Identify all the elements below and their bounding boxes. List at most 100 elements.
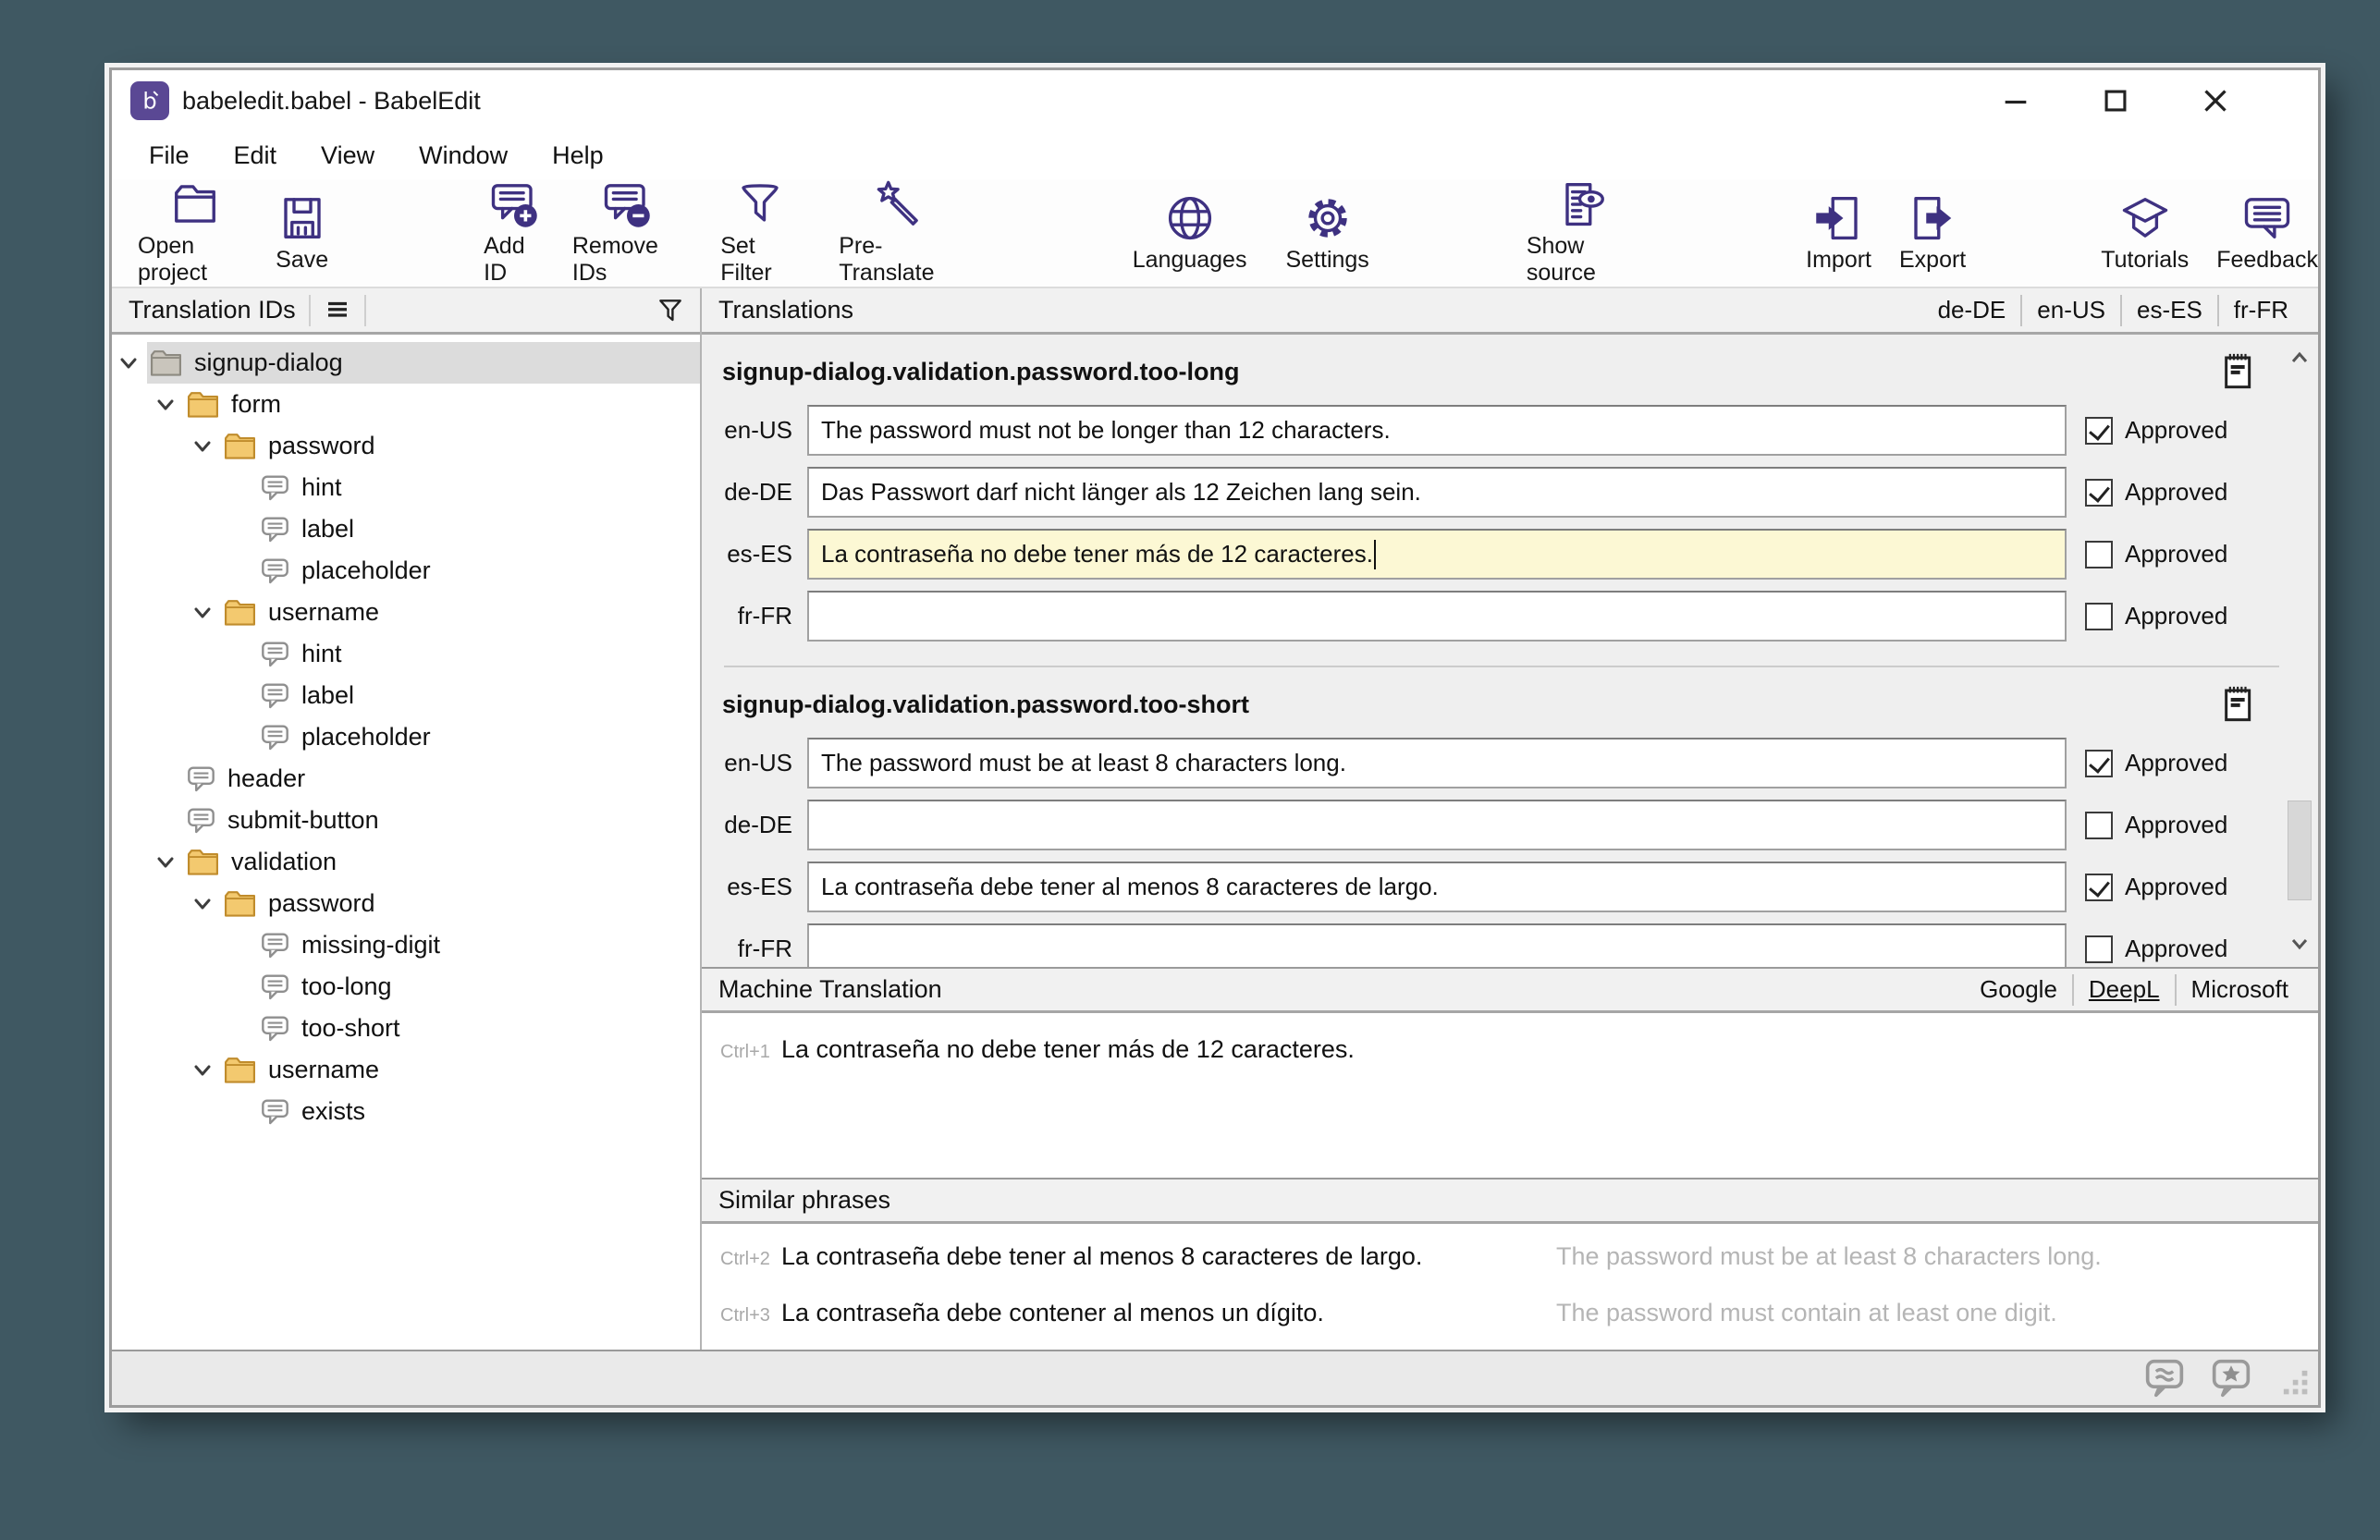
translation-row: en-US The password must not be longer th… (722, 399, 2281, 461)
menu-help[interactable]: Help (537, 138, 619, 174)
feedback-button[interactable]: Feedback (2216, 193, 2318, 274)
tree-node-form[interactable]: form (112, 384, 700, 425)
graduation-cap-icon (2120, 193, 2170, 243)
bubble-minus-icon (602, 179, 652, 229)
menu-file[interactable]: File (134, 138, 204, 174)
shortcut-label: Ctrl+1 (720, 1042, 781, 1063)
mt-suggestion[interactable]: Ctrl+1 La contraseña no debe tener más d… (720, 1035, 2300, 1064)
translation-input-focused[interactable]: La contraseña no debe tener más de 12 ca… (807, 529, 2067, 580)
translation-ids-panel: Translation IDs signup-dialog form (112, 288, 702, 1350)
chevron-down-icon[interactable] (154, 851, 177, 874)
tree-panel-header: Translation IDs (112, 288, 700, 335)
resize-grip[interactable] (2281, 1368, 2313, 1399)
tree-node-placeholder[interactable]: placeholder (112, 550, 700, 592)
tab-en-US[interactable]: en-US (2022, 296, 2120, 324)
approved-checkbox[interactable] (2085, 812, 2113, 839)
tree-node-missing-digit[interactable]: missing-digit (112, 924, 700, 966)
chevron-down-icon[interactable] (191, 435, 214, 458)
scrollbar-thumb[interactable] (2288, 801, 2312, 900)
tab-fr-FR[interactable]: fr-FR (2219, 296, 2303, 324)
filter-funnel-icon[interactable] (656, 296, 685, 325)
notes-icon[interactable] (2220, 351, 2257, 392)
minimize-button[interactable] (1994, 79, 2037, 122)
menu-view[interactable]: View (306, 138, 389, 174)
tree-node-submit-button[interactable]: submit-button (112, 800, 700, 841)
tree-node-too-long[interactable]: too-long (112, 966, 700, 1008)
translation-input[interactable] (807, 591, 2067, 642)
show-source-button[interactable]: Show source (1527, 179, 1641, 287)
languages-button[interactable]: Languages (1133, 193, 1247, 274)
chevron-down-icon[interactable] (191, 1059, 214, 1082)
approved-checkbox[interactable] (2085, 479, 2113, 507)
translation-input[interactable] (807, 800, 2067, 850)
notes-icon[interactable] (2220, 684, 2257, 725)
approved-checkbox[interactable] (2085, 417, 2113, 445)
translation-group-too-short: signup-dialog.validation.password.too-sh… (722, 677, 2281, 967)
tree-node-username[interactable]: username (112, 592, 700, 633)
translation-key-icon (260, 932, 290, 959)
tab-google[interactable]: Google (1965, 975, 2072, 1004)
approved-checkbox[interactable] (2085, 874, 2113, 901)
pre-translate-button[interactable]: Pre-Translate (839, 179, 958, 287)
tab-es-ES[interactable]: es-ES (2122, 296, 2217, 324)
scroll-down-icon[interactable] (2288, 932, 2311, 954)
chevron-down-icon[interactable] (191, 893, 214, 915)
chevron-down-icon[interactable] (191, 602, 214, 624)
main-area: Translation IDs signup-dialog form (112, 288, 2318, 1350)
approved-checkbox[interactable] (2085, 750, 2113, 777)
tree-node-label[interactable]: label (112, 508, 700, 550)
translation-input[interactable]: Das Passwort darf nicht länger als 12 Ze… (807, 467, 2067, 518)
tutorials-button[interactable]: Tutorials (2101, 193, 2189, 274)
import-button[interactable]: Import (1806, 193, 1871, 274)
set-filter-button[interactable]: Set Filter (720, 179, 800, 287)
tree-node-hint[interactable]: hint (112, 467, 700, 508)
tree-node-hint[interactable]: hint (112, 633, 700, 675)
add-id-button[interactable]: Add ID (484, 179, 545, 287)
approved-checkbox[interactable] (2085, 603, 2113, 630)
approved-checkbox[interactable] (2085, 541, 2113, 568)
vertical-scrollbar[interactable] (2287, 338, 2313, 963)
menu-window[interactable]: Window (404, 138, 522, 174)
tree-node-username[interactable]: username (112, 1049, 700, 1091)
tree-node-password[interactable]: password (112, 883, 700, 924)
similar-phrase-item[interactable]: Ctrl+3 La contraseña debe contener al me… (720, 1299, 2300, 1327)
speech-bubble-icon (2242, 193, 2292, 243)
tab-de-DE[interactable]: de-DE (1923, 296, 2021, 324)
tree-node-signup-dialog[interactable]: signup-dialog (112, 342, 700, 384)
translation-input[interactable] (807, 923, 2067, 967)
settings-button[interactable]: Settings (1285, 193, 1368, 274)
language-label: fr-FR (722, 935, 807, 963)
translation-key-icon (260, 682, 290, 709)
translation-input[interactable]: La contraseña debe tener al menos 8 cara… (807, 862, 2067, 912)
whats-new-bubble-icon[interactable] (2142, 1358, 2187, 1399)
translations-scroll-area: signup-dialog.validation.password.too-lo… (702, 335, 2318, 967)
bubble-plus-icon (489, 179, 539, 229)
tree-node-password[interactable]: password (112, 425, 700, 467)
gear-icon (1303, 193, 1353, 243)
hamburger-menu-icon[interactable] (324, 297, 351, 324)
chevron-down-icon[interactable] (117, 352, 140, 374)
export-button[interactable]: Export (1899, 193, 1966, 274)
chevron-down-icon[interactable] (154, 394, 177, 416)
translation-input[interactable]: The password must be at least 8 characte… (807, 738, 2067, 788)
tree-node-validation[interactable]: validation (112, 841, 700, 883)
remove-ids-button[interactable]: Remove IDs (572, 179, 681, 287)
globe-icon (1165, 193, 1215, 243)
tree-node-placeholder[interactable]: placeholder (112, 716, 700, 758)
tab-deepl[interactable]: DeepL (2074, 975, 2175, 1004)
tree-node-label[interactable]: label (112, 675, 700, 716)
rate-star-bubble-icon[interactable] (2209, 1358, 2253, 1399)
similar-phrase-item[interactable]: Ctrl+2 La contraseña debe tener al menos… (720, 1242, 2300, 1271)
maximize-button[interactable] (2094, 79, 2137, 122)
tree-node-header[interactable]: header (112, 758, 700, 800)
open-project-button[interactable]: Open project (138, 179, 251, 287)
approved-checkbox[interactable] (2085, 935, 2113, 963)
menu-edit[interactable]: Edit (219, 138, 292, 174)
save-button[interactable]: Save (276, 193, 328, 274)
translation-input[interactable]: The password must not be longer than 12 … (807, 405, 2067, 456)
tree-node-too-short[interactable]: too-short (112, 1008, 700, 1049)
scroll-up-icon[interactable] (2288, 348, 2311, 370)
tree-node-exists[interactable]: exists (112, 1091, 700, 1132)
tab-microsoft[interactable]: Microsoft (2177, 975, 2303, 1004)
close-button[interactable] (2194, 79, 2237, 122)
